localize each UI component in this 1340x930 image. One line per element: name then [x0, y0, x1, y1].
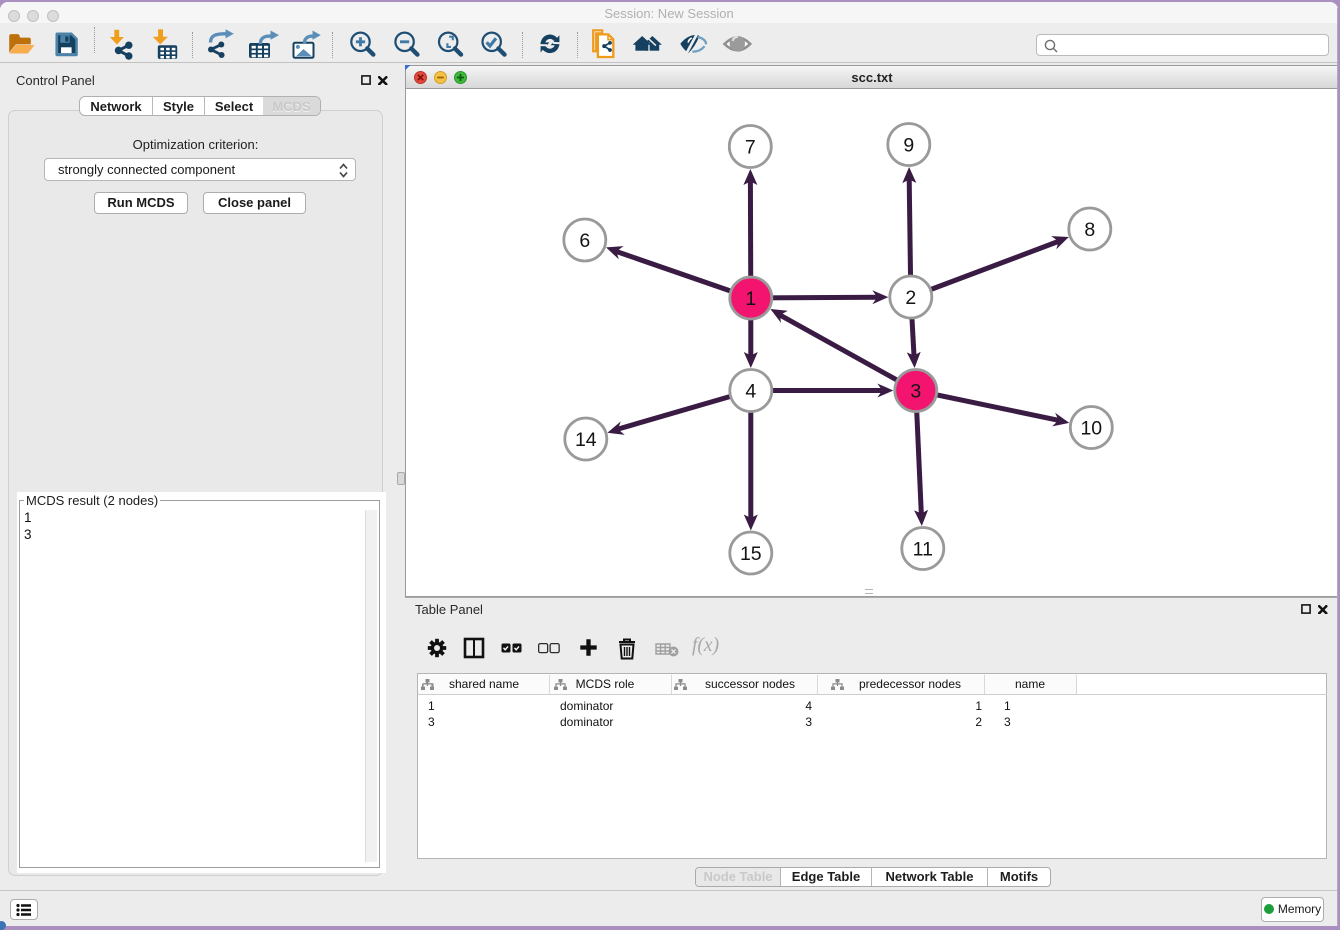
svg-text:1: 1: [745, 288, 756, 310]
svg-text:15: 15: [740, 543, 762, 565]
svg-text:6: 6: [579, 230, 590, 252]
svg-text:14: 14: [575, 429, 597, 451]
svg-text:3: 3: [910, 381, 921, 403]
svg-text:7: 7: [745, 137, 756, 159]
svg-text:2: 2: [905, 287, 916, 309]
svg-text:4: 4: [745, 381, 756, 403]
svg-text:8: 8: [1084, 219, 1095, 241]
svg-text:9: 9: [903, 135, 914, 157]
svg-text:11: 11: [913, 539, 933, 561]
svg-text:10: 10: [1080, 418, 1102, 440]
